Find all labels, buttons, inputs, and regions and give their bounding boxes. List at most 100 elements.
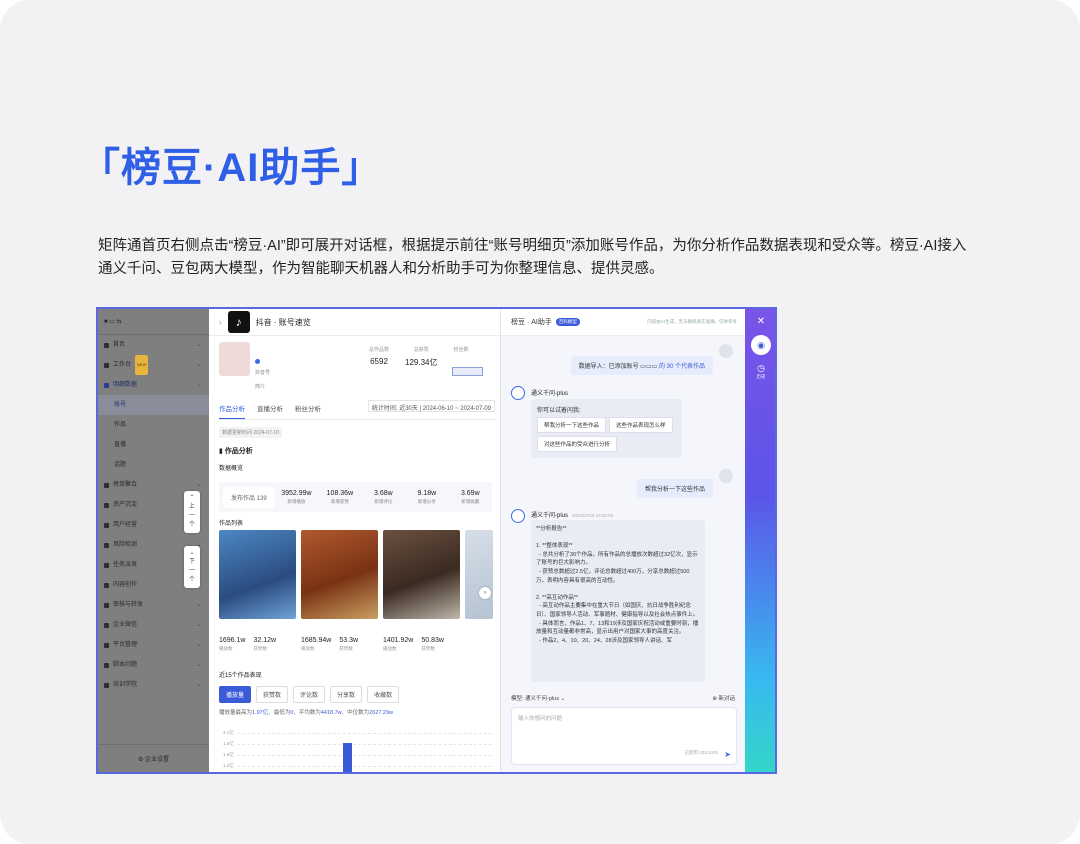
menu-icon xyxy=(104,582,109,588)
top-bar: › ♪ 抖音 · 账号速览 xyxy=(209,309,500,336)
history-label: 历史 xyxy=(756,374,766,379)
sidebar: ■ ▭ ⇆ 首页 ⌄ 工作台NEW ⌄ 明细数据 ⌄ 账号作品直播话题榜单聚合 ⌄ 资产沉淀 ⌄ 用… xyxy=(98,309,209,772)
works-title: 作品列表 xyxy=(219,521,244,527)
panel-title: 抖音 · 账号速览 xyxy=(255,317,311,327)
next-arrow-icon[interactable]: › xyxy=(479,587,491,599)
work-metric-value: 53.3w xyxy=(339,637,359,644)
menu-icon xyxy=(104,662,109,668)
work-metric-label: 获赞数 xyxy=(253,646,267,651)
send-icon[interactable]: ➤ xyxy=(724,750,731,759)
chevron-down-icon: ⌄ xyxy=(196,362,201,368)
user-avatar xyxy=(719,469,733,483)
sidebar-item-label: 风险检测 xyxy=(113,542,138,548)
sidebar-subitem[interactable]: 话题 xyxy=(98,455,209,475)
overview-panel: 发布作品 139 3952.99w 新增播放 108.36w 新增获赞 3.68w 新增评… xyxy=(219,482,492,512)
tab-live[interactable]: 直播分析 xyxy=(257,403,283,419)
metric-button[interactable]: 分享数 xyxy=(330,686,363,703)
stat-label: 总作品数 xyxy=(369,347,390,353)
chevron-down-icon: ⌄ xyxy=(196,622,201,628)
work-thumbnail[interactable] xyxy=(219,530,296,619)
chat-input[interactable]: 输入你想问的问题 已使用 231/1000 ➤ xyxy=(511,707,737,765)
tab-works[interactable]: 作品分析 xyxy=(219,403,245,419)
gridline xyxy=(237,766,492,767)
sidebar-item[interactable]: 工作台 NEW ⌄ xyxy=(98,355,209,375)
metric-label: 新增获赞 xyxy=(330,498,349,504)
work-thumbnail[interactable] xyxy=(383,530,460,619)
work-metric-value: 1696.1w xyxy=(219,637,246,644)
model-tag: 百科模型 xyxy=(555,318,580,326)
chat-header: 榜豆 · AI助手 百科模型 内容由AI生成，无法确保真实准确，仅供参考 xyxy=(501,309,745,336)
new-badge: NEW xyxy=(135,355,149,375)
suggestion-chip[interactable]: 帮我分析一下这些作品 xyxy=(537,417,607,433)
sidebar-item[interactable]: 培训学院 ⌄ xyxy=(98,675,209,695)
suggestion-card: 你可以试着问我: 帮我分析一下这些作品 这些作品表现怎么样 对这些作品的受众进行分… xyxy=(531,399,682,458)
y-tick-label: 1.5亿 xyxy=(223,752,234,757)
section-title: ▮ 作品分析 xyxy=(219,448,253,455)
metric-button[interactable]: 获赞数 xyxy=(256,686,289,703)
new-chat-button[interactable]: ⊕ 新对话 xyxy=(712,694,735,702)
chevron-down-icon: ⌄ xyxy=(196,382,201,388)
y-tick-label: 2.1亿 xyxy=(223,730,234,735)
metric-label: 新增收藏 xyxy=(461,498,480,504)
sidebar-item-label: 用户经营 xyxy=(113,522,138,528)
disclaimer: 内容由AI生成，无法确保真实准确，仅供参考 xyxy=(647,319,737,324)
work-metric-label: 播放数 xyxy=(383,646,397,651)
history-icon[interactable]: ◷ xyxy=(745,363,775,374)
app-screenshot: ■ ▭ ⇆ 首页 ⌄ 工作台NEW ⌄ 明细数据 ⌄ 账号作品直播话题榜单聚合 ⌄ 资产沉淀 ⌄ 用… xyxy=(96,307,777,774)
sidebar-logo: ■ ▭ ⇆ xyxy=(98,309,209,335)
sidebar-item-label: 资产沉淀 xyxy=(113,502,138,508)
close-icon[interactable]: ✕ xyxy=(745,316,775,327)
main-panel: › ♪ 抖音 · 账号速览 抖音号 简介 总作品数 6592 总获赞 129.34亿粉… xyxy=(209,309,500,772)
user-message: 帮我分析一下这些作品 xyxy=(636,479,713,498)
overview-metric: 9.18w 新增分享 xyxy=(405,490,448,505)
stat-value: 6592 xyxy=(370,357,388,366)
stat-item: 粉丝数 xyxy=(453,346,468,368)
metric-button[interactable]: 播放量 xyxy=(219,686,252,703)
analysis-tabs: 作品分析 直播分析 粉丝分析 统计时间: 近30天 | 2024-06-10 ~… xyxy=(219,400,495,420)
sidebar-subitem[interactable]: 直播 xyxy=(98,435,209,455)
date-range-select[interactable]: 统计时间: 近30天 | 2024-06-10 ~ 2024-07-09 xyxy=(367,400,495,412)
metric-button[interactable]: 收藏数 xyxy=(367,686,400,703)
chevron-down-icon: ⌄ xyxy=(196,642,201,648)
sidebar-item[interactable]: 企业微信 ⌄ xyxy=(98,615,209,635)
overview-title: 数据概览 xyxy=(219,466,244,472)
back-icon[interactable]: › xyxy=(219,318,222,327)
sidebar-item-label: 脚本问题 xyxy=(113,662,138,668)
metric-buttons: 播放量 获赞数 评论数 分享数 收藏数 xyxy=(219,686,400,703)
sidebar-item[interactable]: 首页 ⌄ xyxy=(98,335,209,355)
work-thumbnail[interactable] xyxy=(465,530,493,619)
chart-bar xyxy=(343,743,352,772)
sidebar-subitem[interactable]: 账号 xyxy=(98,395,209,415)
model-select[interactable]: 模型: 通义千问-plus ⌄ xyxy=(511,694,565,702)
sidebar-item[interactable]: 平台管理 ⌄ xyxy=(98,635,209,655)
work-metric: 1685.94w 播放数 xyxy=(301,637,331,652)
work-thumbnail[interactable] xyxy=(301,530,378,619)
sidebar-item[interactable]: 审核与转发 ⌄ xyxy=(98,595,209,615)
sidebar-item-label: 明细数据 xyxy=(113,382,138,388)
work-metrics: 1401.92w 播放数 50.83w 获赞数 xyxy=(383,637,465,652)
work-metric-value: 1401.92w xyxy=(383,637,414,644)
chat-panel: 榜豆 · AI助手 百科模型 内容由AI生成，无法确保真实准确，仅供参考 数据导… xyxy=(500,309,745,772)
sidebar-item[interactable]: 脚本问题 ⌄ xyxy=(98,655,209,675)
y-tick-label: 1.2亿 xyxy=(223,763,234,768)
follow-button[interactable] xyxy=(452,367,483,376)
sidebar-item[interactable]: 明细数据 ⌄ xyxy=(98,375,209,395)
tab-fans[interactable]: 粉丝分析 xyxy=(295,403,321,419)
suggestion-chip[interactable]: 对这些作品的受众进行分析 xyxy=(537,436,618,452)
stat-label: 总获赞 xyxy=(413,347,429,353)
metric-button[interactable]: 评论数 xyxy=(293,686,326,703)
scroll-up-button[interactable]: ⌃ 上一个 xyxy=(184,491,200,533)
sidebar-item-label: 平台管理 xyxy=(113,642,138,648)
work-metric-label: 获赞数 xyxy=(421,646,435,651)
work-metric-label: 播放数 xyxy=(301,646,315,651)
intro-label: 简介 xyxy=(255,384,266,390)
sidebar-subitem[interactable]: 作品 xyxy=(98,415,209,435)
y-tick-label: 1.8亿 xyxy=(223,741,234,746)
sidebar-settings[interactable]: ⚙ 企业设置 xyxy=(98,744,209,772)
metric-value: 9.18w xyxy=(417,489,437,497)
scroll-down-button[interactable]: ⌄ 下一个 xyxy=(184,546,200,588)
work-metric: 1401.92w 播放数 xyxy=(383,637,413,652)
assistant-icon[interactable]: ◉ xyxy=(751,335,771,355)
scroll-label-char: 上 xyxy=(188,504,195,510)
suggestion-chip[interactable]: 这些作品表现怎么样 xyxy=(609,417,673,433)
